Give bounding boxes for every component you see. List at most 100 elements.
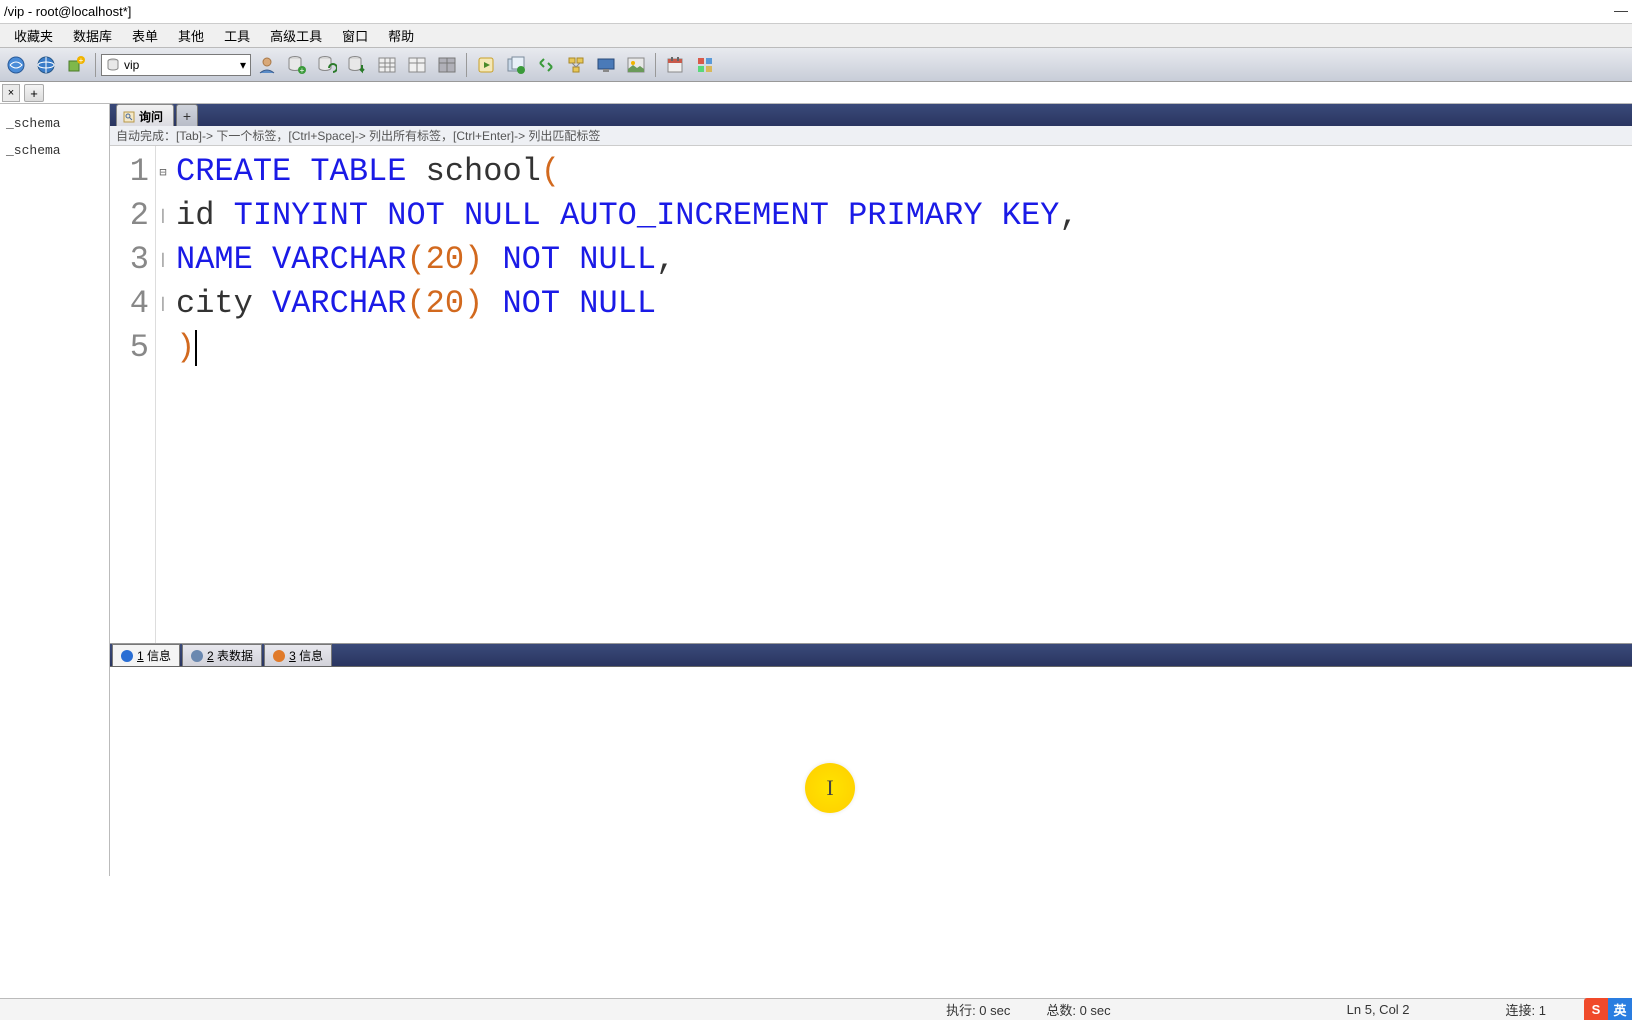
blocks-icon	[695, 55, 715, 75]
sync-button[interactable]	[532, 51, 560, 79]
database-selector-value: vip	[124, 58, 139, 72]
table-button-3[interactable]	[433, 51, 461, 79]
status-bar: 执行: 0 sec 总数: 0 sec Ln 5, Col 2 连接: 1	[0, 998, 1632, 1020]
database-icon	[106, 58, 120, 72]
toolbar-separator	[95, 53, 96, 77]
menu-other[interactable]: 其他	[168, 24, 214, 47]
user-button[interactable]	[253, 51, 281, 79]
menu-favorites[interactable]: 收藏夹	[4, 24, 63, 47]
toolbar-separator	[466, 53, 467, 77]
menu-bar: 收藏夹 数据库 表单 其他 工具 高级工具 窗口 帮助	[0, 24, 1632, 48]
line-number: 2	[110, 194, 155, 238]
fold-marker: │	[156, 282, 170, 326]
line-number: 3	[110, 238, 155, 282]
status-total: 总数: 0 sec	[1028, 1000, 1128, 1019]
window-controls: —	[1614, 2, 1628, 18]
globe-button[interactable]	[32, 51, 60, 79]
new-connection-button[interactable]: +	[62, 51, 90, 79]
window-title: /vip - root@localhost*]	[4, 4, 131, 19]
table-icon	[377, 55, 397, 75]
database-add-icon: +	[287, 55, 307, 75]
menu-tools[interactable]: 工具	[214, 24, 260, 47]
query-tab[interactable]: 询问	[116, 104, 174, 126]
info-color-icon	[273, 650, 285, 662]
text-cursor	[195, 330, 197, 366]
results-tab-strip: 1 信息 2 表数据 3 信息	[110, 644, 1632, 666]
db-download-button[interactable]	[343, 51, 371, 79]
menu-advanced-tools[interactable]: 高级工具	[260, 24, 332, 47]
info-icon	[121, 650, 133, 662]
title-bar: /vip - root@localhost*] —	[0, 0, 1632, 24]
toolbar: + vip ▾ +	[0, 48, 1632, 82]
code-line: city VARCHAR(20) NOT NULL	[176, 282, 1626, 326]
chevron-down-icon: ▾	[240, 58, 246, 72]
hint-text: 自动完成：[Tab]-> 下一个标签，[Ctrl+Space]-> 列出所有标签…	[116, 127, 600, 144]
code-line: NAME VARCHAR(20) NOT NULL,	[176, 238, 1626, 282]
fold-column: ⊟│││	[156, 146, 170, 643]
execute-all-button[interactable]	[502, 51, 530, 79]
toolbar-separator	[655, 53, 656, 77]
code-line: id TINYINT NOT NULL AUTO_INCREMENT PRIMA…	[176, 194, 1626, 238]
svg-text:+: +	[300, 66, 305, 75]
ime-language-button[interactable]: 英	[1608, 998, 1632, 1020]
sidebar-item[interactable]: _schema	[4, 137, 105, 164]
sync-icon	[536, 55, 556, 75]
query-icon	[123, 111, 135, 123]
status-position: Ln 5, Col 2	[1329, 1002, 1428, 1017]
table-dark-icon	[437, 55, 457, 75]
query-tab-add-button[interactable]: +	[176, 104, 198, 126]
results-panel	[110, 666, 1632, 876]
cursor-highlight-icon: I	[805, 763, 855, 813]
database-download-icon	[347, 55, 367, 75]
fold-marker: │	[156, 238, 170, 282]
line-number: 4	[110, 282, 155, 326]
refresh-button[interactable]	[2, 51, 30, 79]
menu-database[interactable]: 数据库	[63, 24, 122, 47]
tab-add-button[interactable]: +	[24, 84, 44, 102]
blocks-button[interactable]	[691, 51, 719, 79]
query-tab-strip: 询问 +	[110, 104, 1632, 126]
results-tab-label: 1 信息	[137, 647, 171, 664]
minimize-button[interactable]: —	[1614, 2, 1628, 18]
image-icon	[626, 55, 646, 75]
query-tab-label: 询问	[139, 108, 163, 125]
editor-area: 询问 + 自动完成：[Tab]-> 下一个标签，[Ctrl+Space]-> 列…	[110, 104, 1632, 876]
table-button-1[interactable]	[373, 51, 401, 79]
results-tab-label: 2 表数据	[207, 647, 253, 664]
menu-table[interactable]: 表单	[122, 24, 168, 47]
sidebar-item[interactable]: _schema	[4, 110, 105, 137]
menu-window[interactable]: 窗口	[332, 24, 378, 47]
table-button-2[interactable]	[403, 51, 431, 79]
globe-icon	[36, 55, 56, 75]
status-exec: 执行: 0 sec	[928, 1000, 1028, 1019]
database-refresh-icon	[317, 55, 337, 75]
code-line: )	[176, 326, 1626, 370]
ime-tray: S 英	[1584, 998, 1632, 1020]
execute-button[interactable]	[472, 51, 500, 79]
calendar-icon	[665, 55, 685, 75]
code-content[interactable]: CREATE TABLE school(id TINYINT NOT NULL …	[170, 146, 1632, 643]
svg-text:+: +	[79, 56, 84, 65]
connection-tab-strip: × +	[0, 82, 1632, 104]
image-button[interactable]	[622, 51, 650, 79]
play-icon	[476, 55, 496, 75]
globe-refresh-icon	[6, 55, 26, 75]
results-tab[interactable]: 2 表数据	[182, 644, 262, 666]
schema-icon	[566, 55, 586, 75]
tab-close-button[interactable]: ×	[2, 84, 20, 102]
ime-sogou-icon[interactable]: S	[1584, 998, 1608, 1020]
results-tab-label: 3 信息	[289, 647, 323, 664]
calendar-button[interactable]	[661, 51, 689, 79]
line-gutter: 12345	[110, 146, 156, 643]
screen-button[interactable]	[592, 51, 620, 79]
sql-editor[interactable]: 12345 ⊟│││ CREATE TABLE school(id TINYIN…	[110, 146, 1632, 644]
schema-sidebar: _schema _schema	[0, 104, 110, 876]
db-refresh-button[interactable]	[313, 51, 341, 79]
fold-marker: │	[156, 194, 170, 238]
schema-button[interactable]	[562, 51, 590, 79]
results-tab[interactable]: 3 信息	[264, 644, 332, 666]
db-add-button[interactable]: +	[283, 51, 311, 79]
menu-help[interactable]: 帮助	[378, 24, 424, 47]
results-tab[interactable]: 1 信息	[112, 644, 180, 666]
database-selector[interactable]: vip ▾	[101, 54, 251, 76]
